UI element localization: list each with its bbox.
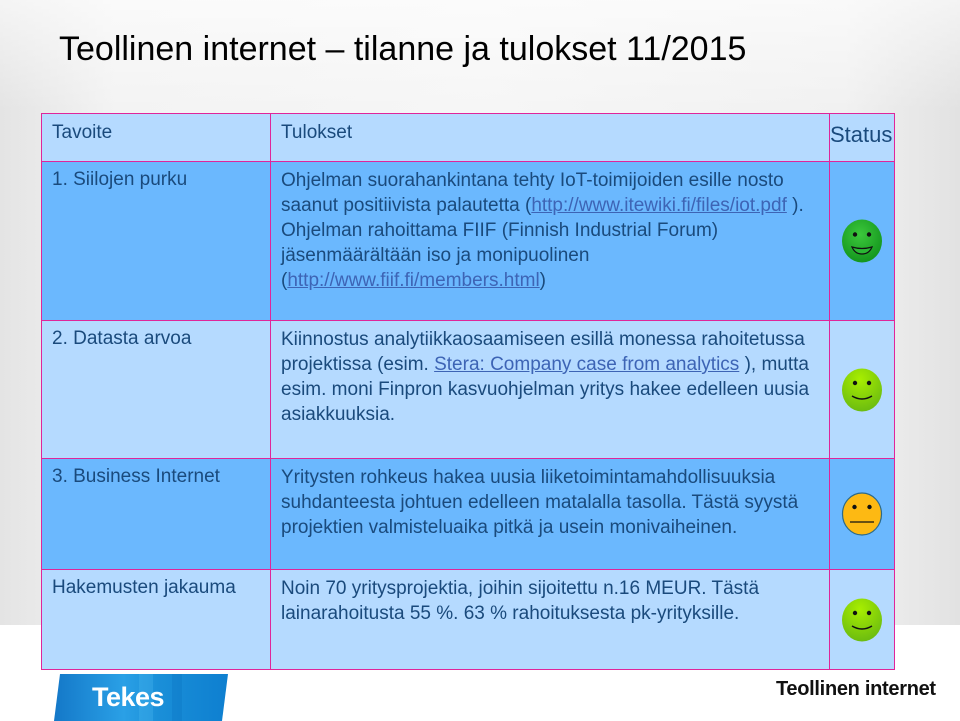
itewiki-link[interactable]: http://www.itewiki.fi/files/iot.pdf: [531, 195, 787, 216]
goal-label: 1. Siilojen purku: [52, 169, 188, 190]
table-row: 1. Siilojen purku Ohjelman suorahankinta…: [41, 161, 895, 321]
status-cell: [829, 320, 895, 459]
table-header-row: Tavoite Tulokset Status: [41, 113, 895, 162]
result-cell: Ohjelman suorahankintana tehty IoT-toimi…: [270, 161, 830, 321]
result-text: Kiinnostus analytiikkaosaamiseen esillä …: [271, 321, 829, 427]
neutral-smiley-icon: [841, 492, 883, 536]
header-cell-goal: Tavoite: [41, 113, 271, 162]
header-goal-label: Tavoite: [52, 122, 113, 143]
goal-cell: 2. Datasta arvoa: [41, 320, 271, 459]
goal-cell: 3. Business Internet: [41, 458, 271, 570]
goal-cell: 1. Siilojen purku: [41, 161, 271, 321]
result-cell: Noin 70 yritysprojektia, joihin sijoitet…: [270, 569, 830, 670]
table-row: Hakemusten jakauma Noin 70 yritysprojekt…: [41, 569, 895, 670]
very-happy-smiley-icon: [841, 219, 883, 263]
header-status-label: Status: [830, 122, 893, 147]
status-cell: [829, 458, 895, 570]
result-text: Yritysten rohkeus hakea uusia liiketoimi…: [281, 467, 799, 538]
result-text: Noin 70 yritysprojektia, joihin sijoitet…: [281, 578, 760, 624]
tekes-logo-text: Tekes: [92, 682, 165, 712]
goal-label: 2. Datasta arvoa: [52, 328, 192, 349]
goal-cell: Hakemusten jakauma: [41, 569, 271, 670]
status-cell: [829, 161, 895, 321]
header-result-label: Tulokset: [281, 122, 353, 143]
stera-case-link[interactable]: Stera: Company case from analytics: [434, 354, 739, 375]
table-row: 2. Datasta arvoa Kiinnostus analytiikkao…: [41, 320, 895, 459]
status-cell: [829, 569, 895, 670]
tekes-logo: Tekes: [54, 674, 228, 721]
header-cell-status: Status: [829, 113, 895, 162]
happy-smiley-icon: [841, 598, 883, 642]
goal-label: 3. Business Internet: [52, 466, 220, 487]
happy-smiley-icon: [841, 368, 883, 412]
fiif-members-link[interactable]: http://www.fiif.fi/members.html: [287, 270, 539, 291]
header-cell-result: Tulokset: [270, 113, 830, 162]
slide-title: Teollinen internet – tilanne ja tulokset…: [59, 30, 747, 68]
result-text: Ohjelman suorahankintana tehty IoT-toimi…: [271, 162, 829, 293]
goal-label: Hakemusten jakauma: [52, 577, 236, 598]
result-cell: Yritysten rohkeus hakea uusia liiketoimi…: [270, 458, 830, 570]
result-cell: Kiinnostus analytiikkaosaamiseen esillä …: [270, 320, 830, 459]
brand-wordmark: Teollinen internet: [776, 678, 936, 700]
result-text-part: ): [539, 270, 546, 291]
table-row: 3. Business Internet Yritysten rohkeus h…: [41, 458, 895, 570]
status-table: Tavoite Tulokset Status 1. Siilojen purk…: [41, 113, 895, 670]
